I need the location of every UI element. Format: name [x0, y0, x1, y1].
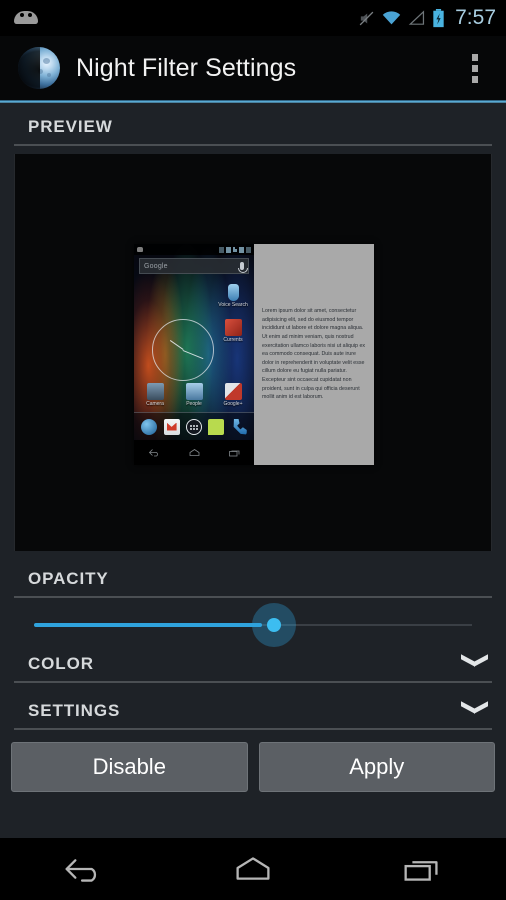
back-icon[interactable]	[148, 448, 161, 457]
action-bar: Night Filter Settings	[0, 36, 506, 100]
section-title-opacity: OPACITY	[28, 569, 109, 588]
section-header-opacity: OPACITY	[0, 569, 506, 589]
phone-preview: Google Voice Search Currents Camera Peop…	[134, 244, 374, 465]
overflow-menu-icon[interactable]	[462, 46, 488, 90]
status-time: 7:57	[455, 6, 496, 29]
section-header-settings[interactable]: SETTINGS	[0, 701, 506, 721]
status-bar: 7:57	[0, 0, 506, 36]
signal-icon	[408, 10, 425, 25]
app-drawer-icon[interactable]	[185, 418, 202, 435]
home-app-label: Camera	[146, 401, 164, 407]
nav-back-button[interactable]	[0, 854, 169, 884]
chevron-down-icon[interactable]	[460, 701, 490, 721]
camera-icon	[146, 383, 164, 400]
google-search-bar[interactable]: Google	[139, 258, 249, 274]
wifi-icon	[226, 246, 231, 253]
back-icon	[65, 859, 97, 882]
home-app-currents[interactable]: Currents	[218, 319, 248, 343]
home-app-label: Google+	[223, 401, 243, 407]
disable-button[interactable]: Disable	[11, 742, 248, 792]
google-plus-icon	[224, 383, 242, 400]
preview-status-bar	[134, 244, 254, 255]
home-icon[interactable]	[188, 448, 201, 457]
home-app-google-plus[interactable]: Google+	[218, 383, 248, 407]
recents-icon[interactable]	[228, 448, 241, 457]
section-header-preview: PREVIEW	[0, 117, 506, 137]
preview-nav-bar	[134, 440, 254, 465]
status-icons-group: 7:57	[358, 6, 496, 30]
wifi-icon	[382, 11, 401, 25]
settings-content: PREVIEW Google Voice Search Currents Cam…	[0, 103, 506, 792]
search-placeholder: Google	[144, 262, 168, 270]
home-app-camera[interactable]: Camera	[140, 383, 170, 407]
preview-area: Google Voice Search Currents Camera Peop…	[14, 154, 492, 551]
home-screen-preview: Google Voice Search Currents Camera Peop…	[134, 244, 254, 465]
nav-home-button[interactable]	[169, 854, 338, 884]
notification-icon	[137, 247, 143, 252]
android-robot-icon	[12, 8, 40, 28]
nav-recents-button[interactable]	[337, 854, 506, 884]
page-title: Night Filter Settings	[76, 53, 297, 82]
section-header-color[interactable]: COLOR	[0, 654, 506, 674]
bluetooth-icon	[219, 246, 224, 253]
browser-icon[interactable]	[141, 418, 158, 435]
voice-search-icon	[227, 284, 239, 301]
alarm-icon	[246, 246, 251, 253]
home-app-label: People	[186, 401, 202, 407]
home-app-people[interactable]: People	[179, 383, 209, 407]
home-app-label: Voice Search	[218, 302, 248, 308]
analog-clock-widget	[152, 319, 214, 381]
lorem-text: Lorem ipsum dolor sit amet, consectetur …	[262, 308, 366, 401]
app-screen: 7:57 Night Filter Settings PREVIEW Googl…	[0, 0, 506, 900]
people-icon	[185, 383, 203, 400]
phone-icon[interactable]	[233, 418, 247, 435]
home-app-label: Currents	[223, 337, 243, 343]
apply-button[interactable]: Apply	[258, 742, 495, 792]
signal-icon	[233, 247, 237, 252]
chevron-down-icon[interactable]	[460, 654, 490, 674]
action-button-row: Disable Apply	[0, 730, 506, 792]
home-dock	[134, 412, 254, 440]
moon-icon	[18, 47, 60, 89]
system-nav-bar	[0, 838, 506, 900]
home-icon	[236, 857, 270, 880]
gmail-icon[interactable]	[163, 418, 180, 435]
slider-thumb[interactable]	[252, 603, 296, 647]
section-title-preview: PREVIEW	[28, 117, 113, 136]
battery-icon	[239, 246, 244, 253]
currents-icon	[224, 319, 242, 336]
home-app-voice-search[interactable]: Voice Search	[218, 284, 248, 308]
divider-preview	[14, 144, 492, 146]
slider-fill	[34, 623, 262, 627]
mute-icon	[359, 11, 374, 25]
filtered-preview-panel: Lorem ipsum dolor sit amet, consectetur …	[254, 244, 374, 465]
microphone-icon[interactable]	[238, 262, 248, 273]
recents-icon	[404, 861, 438, 881]
opacity-slider[interactable]	[14, 598, 492, 654]
battery-charging-icon	[433, 8, 444, 27]
messaging-icon[interactable]	[208, 418, 225, 435]
section-title-settings: SETTINGS	[28, 701, 121, 720]
section-title-color: COLOR	[28, 654, 94, 673]
